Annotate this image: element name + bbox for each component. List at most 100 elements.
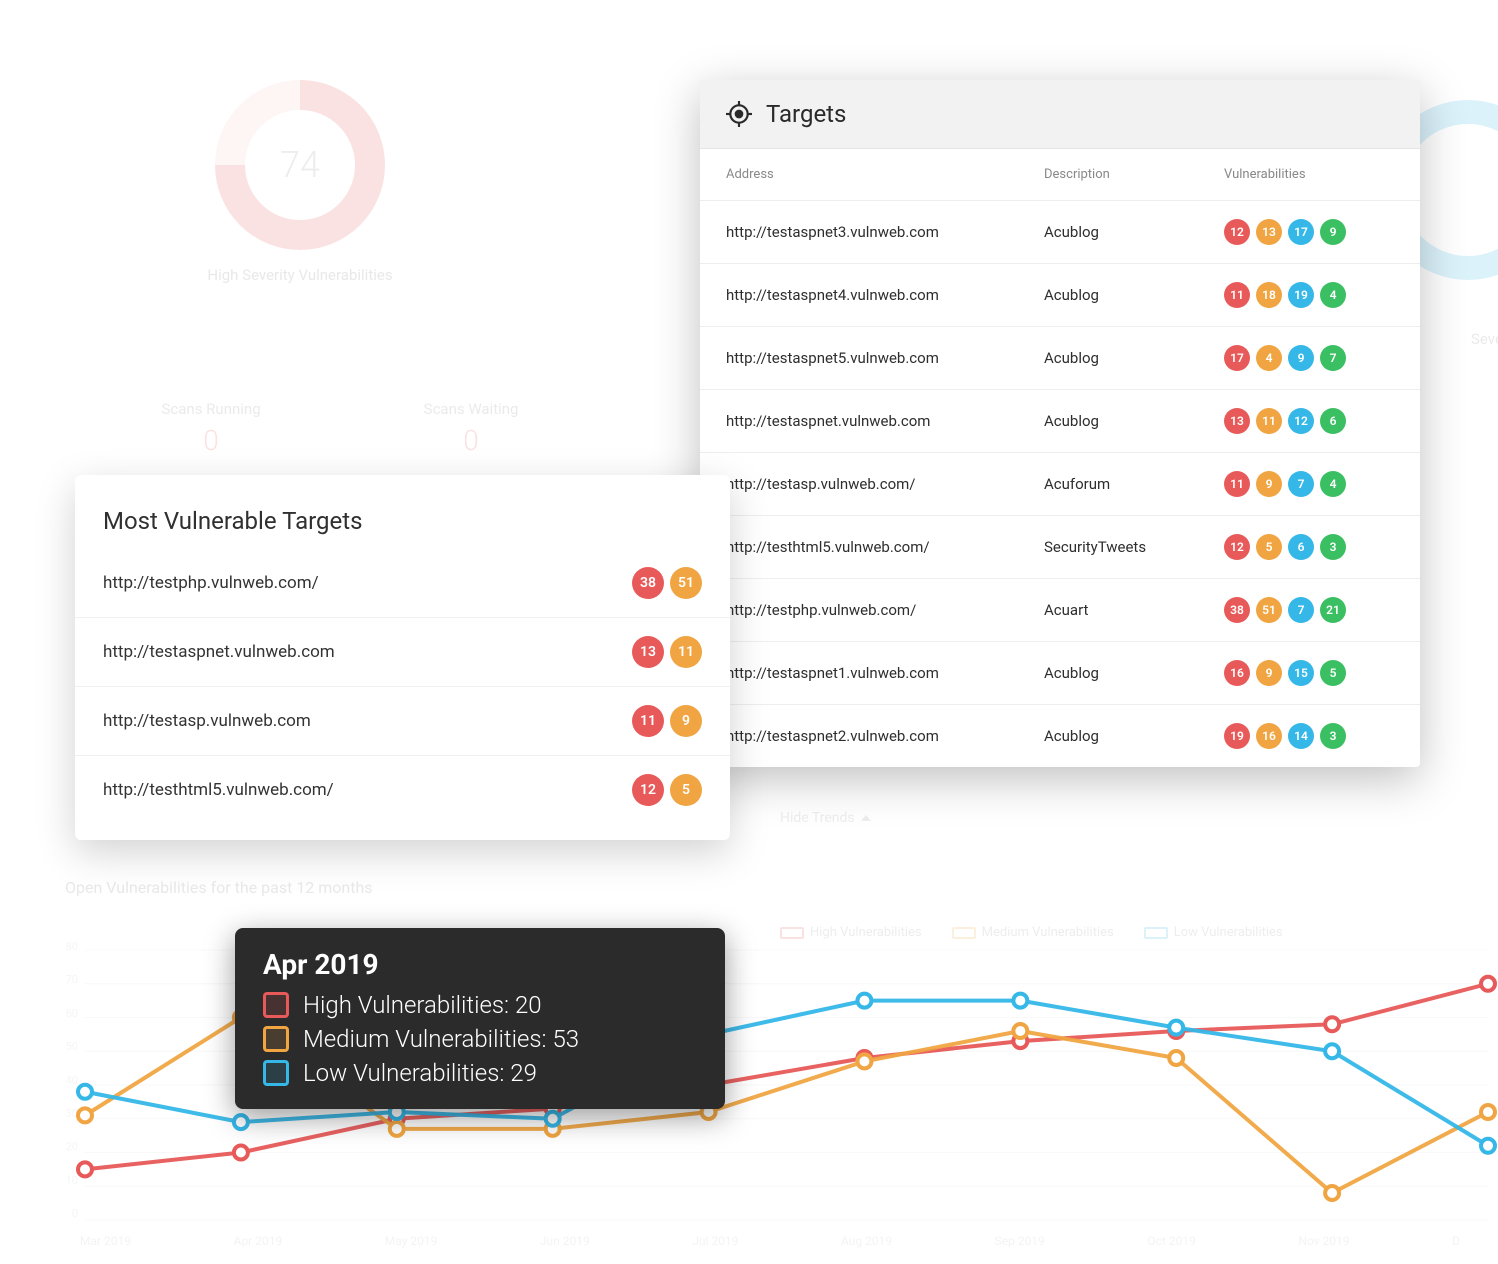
target-address: http://testaspnet.vulnweb.com bbox=[726, 412, 1044, 430]
table-row[interactable]: http://testphp.vulnweb.com/ Acuart 38517… bbox=[700, 578, 1420, 641]
table-row[interactable]: http://testaspnet3.vulnweb.com Acublog 1… bbox=[700, 200, 1420, 263]
vuln-pills: 1311126 bbox=[1224, 408, 1394, 434]
pill-medium: 9 bbox=[670, 705, 702, 737]
vuln-pills: 11 9 bbox=[632, 705, 702, 737]
pill-severity: 7 bbox=[1288, 471, 1314, 497]
pill-severity: 4 bbox=[1320, 471, 1346, 497]
target-description: Acublog bbox=[1044, 223, 1224, 241]
pill-severity: 19 bbox=[1288, 282, 1314, 308]
mvt-row[interactable]: http://testasp.vulnweb.com 11 9 bbox=[75, 686, 730, 755]
pill-medium: 51 bbox=[670, 567, 702, 599]
tooltip-title: Apr 2019 bbox=[263, 948, 697, 981]
target-description: Acublog bbox=[1044, 727, 1224, 745]
vuln-pills: 38 51 bbox=[632, 567, 702, 599]
pill-severity: 16 bbox=[1224, 660, 1250, 686]
stat-value: 0 bbox=[424, 424, 519, 457]
table-row[interactable]: http://testaspnet2.vulnweb.com Acublog 1… bbox=[700, 704, 1420, 767]
target-description: SecurityTweets bbox=[1044, 538, 1224, 556]
stat-scans-waiting: Scans Waiting 0 bbox=[424, 400, 519, 457]
swatch-blue-icon bbox=[263, 1060, 289, 1086]
most-vulnerable-targets-card: Most Vulnerable Targets http://testphp.v… bbox=[75, 475, 730, 840]
vuln-pills: 12 5 bbox=[632, 774, 702, 806]
pill-severity: 12 bbox=[1224, 534, 1250, 560]
pill-severity: 5 bbox=[1320, 660, 1346, 686]
pill-medium: 11 bbox=[670, 636, 702, 668]
table-row[interactable]: http://testaspnet.vulnweb.com Acublog 13… bbox=[700, 389, 1420, 452]
mvt-address: http://testhtml5.vulnweb.com/ bbox=[103, 780, 334, 800]
mvt-address: http://testasp.vulnweb.com bbox=[103, 711, 311, 731]
targets-panel: Targets Address Description Vulnerabilit… bbox=[700, 80, 1420, 767]
trend-chart bbox=[0, 920, 1498, 1260]
target-description: Acublog bbox=[1044, 349, 1224, 367]
mvt-row[interactable]: http://testhtml5.vulnweb.com/ 12 5 bbox=[75, 755, 730, 824]
scan-stats-row: Scans Running 0 Scans Waiting 0 bbox=[80, 400, 600, 457]
target-description: Acublog bbox=[1044, 412, 1224, 430]
stat-value: 0 bbox=[162, 424, 261, 457]
stat-label: Scans Waiting bbox=[424, 400, 519, 418]
chart-tooltip: Apr 2019 High Vulnerabilities: 20 Medium… bbox=[235, 928, 725, 1109]
target-address: http://testaspnet5.vulnweb.com bbox=[726, 349, 1044, 367]
pill-severity: 7 bbox=[1320, 345, 1346, 371]
pill-severity: 21 bbox=[1320, 597, 1346, 623]
pill-severity: 3 bbox=[1320, 534, 1346, 560]
card-title: Most Vulnerable Targets bbox=[75, 503, 730, 549]
pill-severity: 12 bbox=[1224, 219, 1250, 245]
mvt-row[interactable]: http://testaspnet.vulnweb.com 13 11 bbox=[75, 617, 730, 686]
pill-high: 38 bbox=[632, 567, 664, 599]
table-row[interactable]: http://testaspnet5.vulnweb.com Acublog 1… bbox=[700, 326, 1420, 389]
target-icon bbox=[726, 101, 752, 127]
target-address: http://testphp.vulnweb.com/ bbox=[726, 601, 1044, 619]
pill-severity: 15 bbox=[1288, 660, 1314, 686]
vuln-pills: 1213179 bbox=[1224, 219, 1394, 245]
pill-severity: 9 bbox=[1256, 660, 1282, 686]
pill-severity: 51 bbox=[1256, 597, 1282, 623]
mvt-row[interactable]: http://testphp.vulnweb.com/ 38 51 bbox=[75, 549, 730, 617]
pill-severity: 6 bbox=[1320, 408, 1346, 434]
col-address: Address bbox=[726, 167, 1044, 182]
table-row[interactable]: http://testaspnet1.vulnweb.com Acublog 1… bbox=[700, 641, 1420, 704]
pill-severity: 5 bbox=[1256, 534, 1282, 560]
pill-severity: 19 bbox=[1224, 723, 1250, 749]
table-row[interactable]: http://testaspnet4.vulnweb.com Acublog 1… bbox=[700, 263, 1420, 326]
vuln-pills: 3851721 bbox=[1224, 597, 1394, 623]
target-address: http://testaspnet1.vulnweb.com bbox=[726, 664, 1044, 682]
pill-severity: 16 bbox=[1256, 723, 1282, 749]
vuln-pills: 1916143 bbox=[1224, 723, 1394, 749]
vuln-pills: 11974 bbox=[1224, 471, 1394, 497]
stat-label: Scans Running bbox=[162, 400, 261, 418]
chart-section-title: Open Vulnerabilities for the past 12 mon… bbox=[65, 878, 373, 897]
tooltip-row-low: Low Vulnerabilities: 29 bbox=[263, 1059, 697, 1087]
vuln-pills: 13 11 bbox=[632, 636, 702, 668]
pill-severity: 9 bbox=[1256, 471, 1282, 497]
pill-high: 11 bbox=[632, 705, 664, 737]
target-address: http://testasp.vulnweb.com/ bbox=[726, 475, 1044, 493]
pill-severity: 11 bbox=[1256, 408, 1282, 434]
pill-severity: 11 bbox=[1224, 282, 1250, 308]
pill-medium: 5 bbox=[670, 774, 702, 806]
table-row[interactable]: http://testasp.vulnweb.com/ Acuforum 119… bbox=[700, 452, 1420, 515]
donut-value: 74 bbox=[245, 110, 355, 220]
targets-header: Targets bbox=[700, 80, 1420, 149]
target-description: Acublog bbox=[1044, 286, 1224, 304]
pill-severity: 4 bbox=[1256, 345, 1282, 371]
vuln-pills: 17497 bbox=[1224, 345, 1394, 371]
mvt-address: http://testphp.vulnweb.com/ bbox=[103, 573, 319, 593]
pill-high: 13 bbox=[632, 636, 664, 668]
pill-severity: 3 bbox=[1320, 723, 1346, 749]
tooltip-row-high: High Vulnerabilities: 20 bbox=[263, 991, 697, 1019]
tooltip-row-medium: Medium Vulnerabilities: 53 bbox=[263, 1025, 697, 1053]
pill-high: 12 bbox=[632, 774, 664, 806]
pill-severity: 9 bbox=[1320, 219, 1346, 245]
vuln-pills: 12563 bbox=[1224, 534, 1394, 560]
hide-trends-toggle[interactable]: Hide Trends bbox=[780, 810, 871, 826]
donut-caption: High Severity Vulnerabilities bbox=[200, 266, 400, 284]
stat-scans-running: Scans Running 0 bbox=[162, 400, 261, 457]
pill-severity: 12 bbox=[1288, 408, 1314, 434]
target-address: http://testaspnet2.vulnweb.com bbox=[726, 727, 1044, 745]
swatch-red-icon bbox=[263, 992, 289, 1018]
table-row[interactable]: http://testhtml5.vulnweb.com/ SecurityTw… bbox=[700, 515, 1420, 578]
col-vulnerabilities: Vulnerabilities bbox=[1224, 167, 1394, 182]
col-description: Description bbox=[1044, 167, 1224, 182]
high-severity-donut: 74 High Severity Vulnerabilities bbox=[200, 80, 400, 284]
chevron-up-icon bbox=[861, 815, 871, 821]
